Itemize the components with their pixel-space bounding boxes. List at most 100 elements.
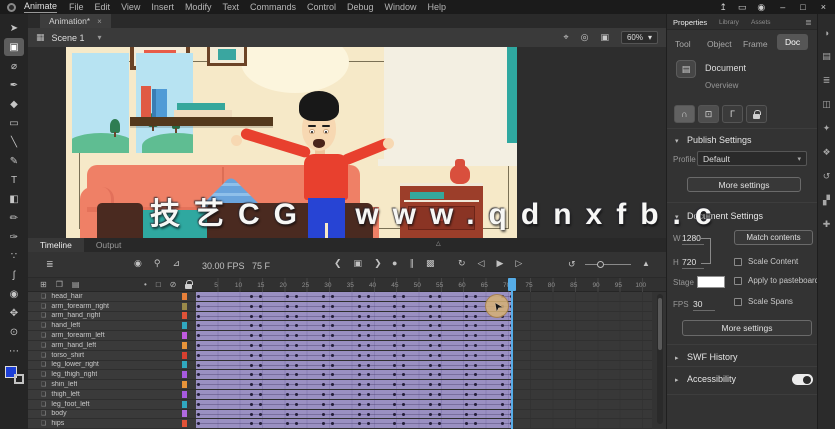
- profile-select[interactable]: Default ▾: [697, 151, 807, 166]
- loop-icon[interactable]: ↻: [458, 258, 466, 269]
- checkbox-scale-spans[interactable]: Scale Spans: [734, 297, 793, 306]
- chevron-right-icon[interactable]: ▸: [675, 376, 679, 384]
- tab-timeline[interactable]: Timeline: [28, 238, 84, 252]
- gradient-tool[interactable]: ◧: [4, 190, 24, 208]
- layer-outline-color[interactable]: [182, 322, 187, 330]
- frames-arm_forearm_left[interactable]: [196, 331, 652, 341]
- parenting-view-icon[interactable]: ⚲: [154, 258, 161, 269]
- tween-span[interactable]: [196, 311, 513, 321]
- prev-keyframe-icon[interactable]: ❮: [334, 258, 342, 269]
- frames-body[interactable]: [196, 409, 652, 420]
- accessibility-header[interactable]: Accessibility: [687, 374, 736, 384]
- scene-chevron-icon[interactable]: ▾: [98, 33, 102, 42]
- close-button[interactable]: ×: [821, 2, 826, 12]
- layer-arm_forearm_left[interactable]: ❑ arm_forearm_left: [28, 331, 196, 341]
- record-icon[interactable]: ◉: [757, 2, 765, 13]
- layer-outline-color[interactable]: [182, 400, 187, 408]
- stage-zoom-control[interactable]: 60% ▾: [620, 31, 658, 44]
- layer-hand_left[interactable]: ❑ hand_left: [28, 321, 196, 332]
- next-keyframe-icon[interactable]: ❯: [374, 258, 382, 269]
- layer-arm_hand_right[interactable]: ❑ arm_hand_right: [28, 311, 196, 322]
- menu-text[interactable]: Text: [222, 2, 239, 12]
- tab-library[interactable]: Library: [719, 19, 739, 26]
- color-panel-icon[interactable]: ◑: [824, 28, 829, 38]
- timeline-scrollbar[interactable]: [657, 294, 663, 424]
- frames-hand_left[interactable]: [196, 321, 652, 332]
- doc-more-settings-button[interactable]: More settings: [682, 320, 812, 336]
- panel-menu-icon[interactable]: ≣: [805, 18, 812, 27]
- layer-outline-color[interactable]: [182, 371, 187, 379]
- camera-icon[interactable]: ◉: [134, 258, 142, 269]
- tab-doc[interactable]: Doc: [777, 34, 809, 50]
- minimize-button[interactable]: –: [780, 2, 785, 12]
- fit-stage-icon[interactable]: ▣: [600, 32, 609, 43]
- chevron-right-icon[interactable]: ▸: [675, 354, 679, 362]
- center-frame-icon[interactable]: ▣: [354, 258, 363, 269]
- menu-insert[interactable]: Insert: [151, 2, 174, 12]
- layer-outline-color[interactable]: [182, 292, 187, 300]
- stage-color-swatch[interactable]: [697, 276, 725, 288]
- frame-grid[interactable]: [196, 292, 652, 429]
- info-panel-icon[interactable]: ▞: [823, 195, 830, 206]
- layer-outline-color[interactable]: [182, 351, 187, 359]
- lasso-tool[interactable]: ⌀: [4, 57, 24, 75]
- layer-outline-color[interactable]: [182, 420, 187, 428]
- text-tool[interactable]: T: [4, 171, 24, 189]
- layer-outline-color[interactable]: [182, 312, 187, 320]
- frames-arm_hand_right[interactable]: [196, 311, 652, 322]
- menu-debug[interactable]: Debug: [347, 2, 374, 12]
- tab-tool[interactable]: Tool: [675, 39, 691, 49]
- checkbox-box[interactable]: [734, 257, 742, 266]
- center-stage-icon[interactable]: ⌖: [564, 32, 569, 43]
- swf-history-header[interactable]: SWF History: [687, 352, 738, 362]
- menu-file[interactable]: File: [69, 2, 84, 12]
- tween-span[interactable]: [196, 350, 513, 360]
- frames-hips[interactable]: [196, 419, 652, 429]
- layer-arm_hand_left[interactable]: ❑ arm_hand_left: [28, 340, 196, 351]
- graph-editor-icon[interactable]: ⊿: [172, 258, 180, 269]
- frames-torso_shirt[interactable]: [196, 350, 652, 361]
- tab-assets[interactable]: Assets: [751, 19, 771, 26]
- menu-window[interactable]: Window: [385, 2, 417, 12]
- frame-ruler[interactable]: 5 10 15 20 25 30 35 40 45 50 55 60 65 70 75 80 85 90 95 100: [28, 278, 666, 292]
- lock-guides-button[interactable]: [746, 105, 767, 123]
- scene-icon[interactable]: ▦: [36, 32, 45, 43]
- tween-span[interactable]: [196, 409, 513, 419]
- tween-span[interactable]: [196, 380, 513, 389]
- stroke-color-chip[interactable]: [13, 374, 24, 384]
- tween-span[interactable]: [196, 340, 513, 350]
- selection-tool[interactable]: ➤: [4, 19, 24, 37]
- tab-properties[interactable]: Properties: [673, 18, 707, 27]
- tween-span[interactable]: [196, 301, 513, 311]
- history-panel-icon[interactable]: ↺: [823, 171, 831, 182]
- layers-stack-icon[interactable]: ≣: [46, 259, 54, 270]
- snap-to-objects-button[interactable]: ∩: [674, 105, 695, 123]
- play-icon[interactable]: ▶: [496, 258, 503, 269]
- layer-arm_forearm_right[interactable]: ❑ arm_forearm_right: [28, 301, 196, 312]
- rectangle-tool[interactable]: ▭: [4, 114, 24, 132]
- layer-thigh_left[interactable]: ❑ thigh_left: [28, 389, 196, 400]
- tween-span[interactable]: [196, 419, 513, 429]
- eraser-tool[interactable]: ◆: [4, 95, 24, 113]
- scene-name[interactable]: Scene 1: [52, 33, 85, 43]
- frames-arm_forearm_right[interactable]: [196, 301, 652, 312]
- hand-tool[interactable]: ✥: [4, 304, 24, 322]
- brushes-panel-icon[interactable]: ✦: [823, 123, 831, 134]
- edit-multiple-frames-icon[interactable]: ▩: [426, 258, 435, 269]
- accessibility-toggle[interactable]: [792, 374, 813, 385]
- edit-symbols-icon[interactable]: ◎: [581, 32, 589, 43]
- onion-outlines-icon[interactable]: ∥: [409, 258, 414, 269]
- playhead-handle[interactable]: [508, 278, 516, 291]
- checkbox-box[interactable]: [734, 276, 742, 285]
- layer-outline-color[interactable]: [182, 410, 187, 418]
- layer-outline-color[interactable]: [182, 302, 187, 310]
- layer-body[interactable]: ❑ body: [28, 409, 196, 420]
- chevron-down-icon[interactable]: ▾: [675, 137, 679, 145]
- current-frame-display[interactable]: 75 F: [252, 261, 270, 271]
- tab-object[interactable]: Object: [707, 39, 732, 49]
- align-panel-icon[interactable]: ≣: [823, 75, 831, 86]
- layer-leg_lower_right[interactable]: ❑ leg_lower_right: [28, 360, 196, 371]
- frames-head_hair[interactable]: [196, 292, 652, 302]
- layer-outline-color[interactable]: [182, 390, 187, 398]
- tab-output[interactable]: Output: [84, 238, 134, 252]
